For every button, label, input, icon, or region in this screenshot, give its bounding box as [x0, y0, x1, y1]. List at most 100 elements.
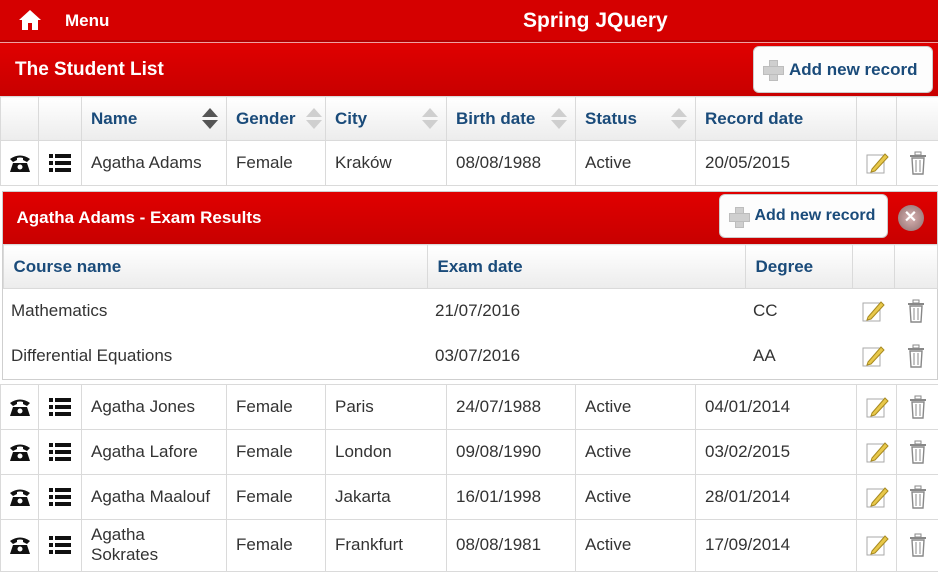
details-cell[interactable]	[39, 384, 82, 429]
add-student-button[interactable]: Add new record	[753, 46, 933, 93]
cell-birth: 16/01/1998	[447, 474, 576, 519]
trash-icon[interactable]	[908, 440, 928, 464]
add-exam-label: Add new record	[755, 207, 876, 225]
trash-icon[interactable]	[906, 344, 926, 368]
add-exam-button[interactable]: Add new record	[719, 194, 888, 238]
cell-status: Active	[576, 429, 696, 474]
list-icon[interactable]	[49, 397, 71, 417]
phone-cell[interactable]	[1, 519, 39, 571]
table-row[interactable]: Agatha Sokrates Female Frankfurt 08/08/1…	[1, 519, 938, 571]
edit-cell[interactable]	[857, 519, 897, 571]
col-header-city[interactable]: City	[326, 97, 447, 141]
phone-icon[interactable]	[8, 153, 32, 173]
col-status-label: Status	[585, 109, 637, 128]
list-icon[interactable]	[49, 487, 71, 507]
cell-gender: Female	[227, 141, 326, 186]
edit-icon[interactable]	[861, 299, 885, 323]
cell-exam-date: 03/07/2016	[427, 334, 745, 379]
phone-cell[interactable]	[1, 429, 39, 474]
cell-name: Agatha Sokrates	[82, 519, 227, 571]
col-header-course[interactable]: Course name	[3, 245, 427, 289]
col-header-record[interactable]: Record date	[696, 97, 857, 141]
exam-results-title: Agatha Adams - Exam Results	[17, 208, 262, 228]
col-gender-label: Gender	[236, 109, 296, 128]
edit-icon[interactable]	[865, 151, 889, 175]
delete-cell[interactable]	[897, 474, 938, 519]
col-header-birth[interactable]: Birth date	[447, 97, 576, 141]
edit-icon[interactable]	[865, 440, 889, 464]
edit-icon[interactable]	[865, 533, 889, 557]
col-header-status[interactable]: Status	[576, 97, 696, 141]
exam-table: Course name Exam date Degree Mathematics…	[3, 244, 938, 379]
details-cell[interactable]	[39, 474, 82, 519]
cell-city: London	[326, 429, 447, 474]
phone-icon[interactable]	[8, 535, 32, 555]
delete-cell[interactable]	[894, 334, 937, 379]
delete-cell[interactable]	[897, 141, 938, 186]
phone-icon[interactable]	[8, 487, 32, 507]
list-icon[interactable]	[49, 153, 71, 173]
phone-cell[interactable]	[1, 141, 39, 186]
table-row[interactable]: Agatha Jones Female Paris 24/07/1988 Act…	[1, 384, 938, 429]
edit-column-header	[852, 245, 894, 289]
edit-cell[interactable]	[857, 384, 897, 429]
exam-row[interactable]: Mathematics 21/07/2016 CC	[3, 289, 937, 334]
menu-link[interactable]: Menu	[65, 11, 109, 31]
cell-birth: 24/07/1988	[447, 384, 576, 429]
cell-gender: Female	[227, 384, 326, 429]
list-icon[interactable]	[49, 535, 71, 555]
cell-record: 03/02/2015	[696, 429, 857, 474]
edit-icon[interactable]	[861, 344, 885, 368]
phone-icon[interactable]	[8, 397, 32, 417]
trash-icon[interactable]	[908, 485, 928, 509]
edit-cell[interactable]	[852, 334, 894, 379]
sort-icon[interactable]	[202, 108, 218, 130]
trash-icon[interactable]	[908, 533, 928, 557]
delete-cell[interactable]	[894, 289, 937, 334]
sort-icon[interactable]	[306, 108, 322, 130]
delete-cell[interactable]	[897, 429, 938, 474]
phone-icon[interactable]	[8, 442, 32, 462]
edit-icon[interactable]	[865, 395, 889, 419]
edit-cell[interactable]	[857, 474, 897, 519]
sort-icon[interactable]	[422, 108, 438, 130]
cell-exam-date: 21/07/2016	[427, 289, 745, 334]
cell-course: Differential Equations	[3, 334, 427, 379]
trash-icon[interactable]	[908, 395, 928, 419]
details-cell[interactable]	[39, 429, 82, 474]
list-icon[interactable]	[49, 442, 71, 462]
phone-cell[interactable]	[1, 384, 39, 429]
edit-cell[interactable]	[857, 141, 897, 186]
trash-icon[interactable]	[906, 299, 926, 323]
exam-results-row: Agatha Adams - Exam Results Add new reco…	[1, 186, 938, 385]
col-header-gender[interactable]: Gender	[227, 97, 326, 141]
edit-cell[interactable]	[857, 429, 897, 474]
delete-column-header	[897, 97, 938, 141]
col-header-degree[interactable]: Degree	[745, 245, 852, 289]
table-row[interactable]: Agatha Lafore Female London 09/08/1990 A…	[1, 429, 938, 474]
cell-city: Kraków	[326, 141, 447, 186]
table-row[interactable]: Agatha Adams Female Kraków 08/08/1988 Ac…	[1, 141, 938, 186]
add-student-label: Add new record	[789, 60, 917, 80]
exam-row[interactable]: Differential Equations 03/07/2016 AA	[3, 334, 937, 379]
table-row[interactable]: Agatha Maalouf Female Jakarta 16/01/1998…	[1, 474, 938, 519]
cell-city: Paris	[326, 384, 447, 429]
phone-column-header	[1, 97, 39, 141]
sort-icon[interactable]	[671, 108, 687, 130]
delete-column-header	[894, 245, 937, 289]
col-header-exam-date[interactable]: Exam date	[427, 245, 745, 289]
delete-cell[interactable]	[897, 519, 938, 571]
edit-icon[interactable]	[865, 485, 889, 509]
home-icon[interactable]	[18, 9, 42, 31]
details-cell[interactable]	[39, 141, 82, 186]
close-icon[interactable]: ✕	[898, 205, 924, 231]
col-header-name[interactable]: Name	[82, 97, 227, 141]
cell-record: 28/01/2014	[696, 474, 857, 519]
trash-icon[interactable]	[908, 151, 928, 175]
edit-cell[interactable]	[852, 289, 894, 334]
sort-icon[interactable]	[551, 108, 567, 130]
cell-birth: 08/08/1988	[447, 141, 576, 186]
phone-cell[interactable]	[1, 474, 39, 519]
delete-cell[interactable]	[897, 384, 938, 429]
details-cell[interactable]	[39, 519, 82, 571]
